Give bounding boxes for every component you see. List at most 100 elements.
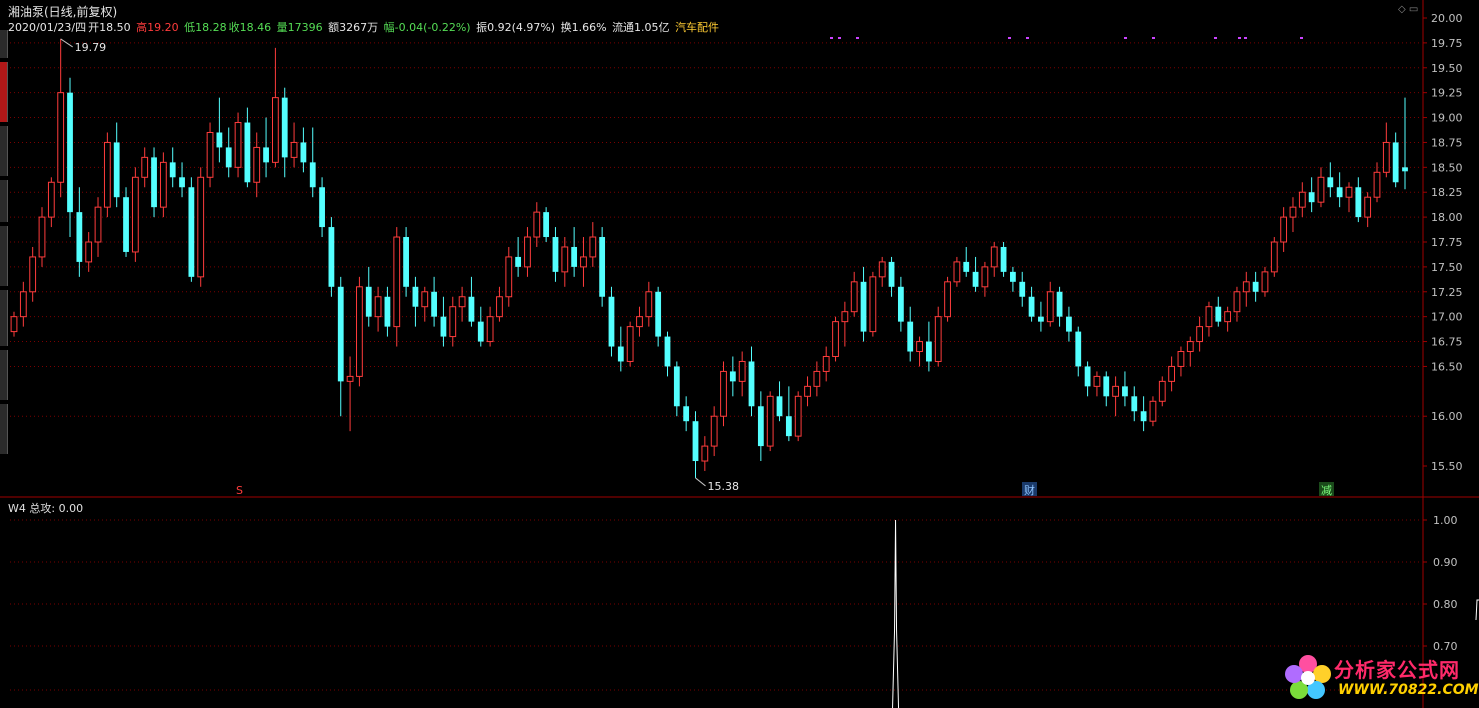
- left-tab-1[interactable]: [0, 30, 8, 58]
- price-tick-label: 18.00: [1431, 211, 1463, 224]
- candle-body-down: [1000, 246, 1007, 272]
- candle-body-up: [869, 276, 877, 333]
- logo-url: WWW.70822.COM: [1338, 682, 1479, 698]
- candle-body-down: [1010, 271, 1016, 282]
- quote-low: 低18.28: [184, 21, 227, 34]
- candle-body-up: [794, 395, 802, 437]
- candle-body-up: [496, 296, 503, 318]
- candle-body-up: [1046, 291, 1054, 323]
- candle-body-up: [720, 370, 727, 417]
- candle-body-up: [1205, 306, 1213, 328]
- quote-volume: 量17396: [276, 21, 323, 34]
- price-tick-label: 17.50: [1431, 261, 1463, 274]
- candle-body-down: [281, 97, 288, 158]
- candle-body-up: [1298, 191, 1306, 208]
- quote-date: 2020/01/23/四: [8, 21, 87, 34]
- left-tab-3[interactable]: [0, 126, 8, 176]
- candle-body-down: [692, 421, 699, 462]
- window-icons[interactable]: ◇ ▭: [1398, 4, 1418, 15]
- candle-body-up: [1382, 141, 1390, 173]
- price-tick-label: 17.25: [1431, 286, 1463, 299]
- candle-body-up: [832, 321, 839, 357]
- candle-body-up: [57, 92, 65, 183]
- candle-body-up: [1149, 400, 1157, 422]
- candle-body-up: [1158, 380, 1166, 402]
- quote-amount: 额3267万: [328, 21, 379, 34]
- candle-body-down: [113, 142, 120, 198]
- candle-body-up: [878, 261, 886, 278]
- candle-body-up: [290, 141, 298, 158]
- candle-body-up: [1177, 351, 1185, 367]
- candle-body-up: [1196, 326, 1204, 343]
- candle-body-up: [449, 306, 457, 338]
- candle-body-up: [159, 161, 167, 208]
- price-grid: [0, 0, 1479, 708]
- candle-body-up: [1224, 311, 1232, 323]
- event-marker: [1152, 37, 1155, 39]
- low-annotation: 15.38: [707, 480, 739, 493]
- kline-chart-stage: 15.50 16.00 16.50 16.75 17.00 17.25 17.50 17.75…: [0, 0, 1479, 708]
- candle-body-up: [916, 341, 923, 353]
- candle-body-up: [85, 241, 93, 263]
- price-tick-label: 17.75: [1431, 236, 1463, 249]
- candle-body-down: [1122, 386, 1128, 397]
- candle-body-down: [552, 237, 559, 272]
- indicator-label: W4 总攻: 0.00: [8, 502, 84, 515]
- candle-body-up: [1317, 176, 1325, 203]
- candle-body-up: [981, 266, 989, 288]
- candle-body-up: [1364, 196, 1372, 218]
- candle-body-up: [38, 216, 46, 258]
- candle-body-up: [234, 122, 242, 168]
- indicator-tick-label: 0.80: [1433, 598, 1458, 611]
- candle-body-down: [757, 406, 764, 447]
- candle-body-up: [486, 316, 494, 343]
- candle-body-down: [907, 321, 914, 352]
- candle-body-down: [729, 371, 736, 382]
- candle-body-up: [393, 236, 401, 328]
- candle-body-up: [738, 360, 746, 382]
- candle-body-down: [776, 396, 783, 417]
- candle-body-down: [225, 147, 232, 168]
- candle-body-up: [944, 281, 951, 318]
- candle-body-up: [253, 146, 261, 183]
- candle-body-up: [710, 415, 718, 447]
- candle-body-down: [188, 187, 195, 277]
- event-marker: [1008, 37, 1011, 39]
- candle-body-up: [822, 355, 830, 372]
- candle-body-up: [1280, 216, 1288, 243]
- candle-body-down: [1215, 306, 1222, 322]
- candle-body-down: [748, 361, 755, 407]
- candle-body-down: [179, 177, 185, 188]
- left-tab-7[interactable]: [0, 350, 8, 400]
- quote-amplitude: 振0.92(4.97%): [476, 21, 556, 34]
- chart-title: 湘油泵(日线,前复权): [8, 5, 118, 19]
- candle-body-down: [617, 346, 624, 362]
- candle-body-down: [664, 336, 671, 367]
- candle-body-up: [1345, 186, 1353, 198]
- candle-body-up: [47, 181, 55, 218]
- quote-sector[interactable]: 汽车配件: [675, 21, 719, 34]
- left-tab-5[interactable]: [0, 226, 8, 286]
- candle-body-up: [850, 281, 858, 313]
- candle-body-up: [356, 286, 363, 377]
- candle-body-down: [599, 237, 606, 297]
- left-tab-6[interactable]: [0, 290, 8, 346]
- quote-line: 2020/01/23/四 开18.50 高19.20 低18.28 收18.46 量…: [8, 19, 721, 35]
- candle-body-down: [888, 261, 895, 287]
- candle-body-up: [10, 316, 18, 333]
- candle-body-down: [67, 92, 73, 213]
- candle-body-up: [841, 311, 849, 323]
- candle-body-down: [785, 416, 792, 437]
- candle-body-down: [365, 286, 372, 317]
- left-tab-2[interactable]: [0, 62, 8, 122]
- left-tab-8[interactable]: [0, 404, 8, 454]
- candle-body-up: [990, 246, 998, 268]
- candle-body-down: [543, 212, 550, 238]
- candle-body-down: [1075, 331, 1082, 367]
- logo-title: 分析家公式网: [1334, 658, 1460, 682]
- candle-body-down: [860, 281, 867, 332]
- candle-body-down: [1019, 281, 1026, 297]
- left-tab-4[interactable]: [0, 180, 8, 222]
- quote-high: 高19.20: [136, 21, 179, 34]
- candle-body-down: [571, 246, 578, 267]
